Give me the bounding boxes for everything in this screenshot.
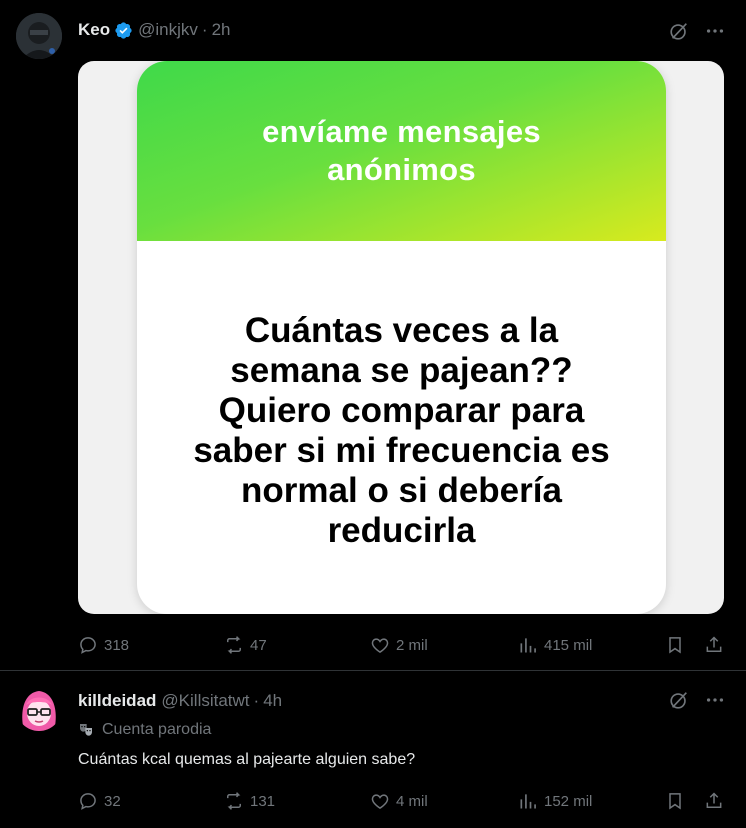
parody-label: Cuenta parodia	[78, 721, 211, 739]
reply-count: 32	[104, 792, 121, 810]
repost-icon	[227, 636, 241, 654]
timestamp[interactable]: 4h	[263, 691, 282, 711]
avatar-image	[16, 13, 62, 59]
share-button[interactable]	[704, 786, 724, 816]
reply-icon	[80, 637, 96, 654]
repost-button[interactable]: 47	[224, 630, 267, 660]
like-button[interactable]: 2 mil	[370, 630, 428, 660]
anonymous-message-card: envíame mensajes anónimos Cuántas veces …	[137, 61, 666, 614]
author-handle[interactable]: @Killsitatwt	[161, 691, 249, 711]
parody-text: Cuenta parodia	[102, 721, 212, 738]
share-icon	[706, 792, 722, 808]
post-actions: 318 47 2 mil 415 mil	[78, 630, 728, 660]
views-icon	[520, 638, 536, 653]
post-keo[interactable]: Keo @inkjkv · 2h envíame mensajes anónim…	[0, 0, 746, 671]
like-button[interactable]: 4 mil	[370, 786, 428, 816]
like-count: 4 mil	[396, 792, 428, 810]
post-top-actions	[668, 689, 726, 711]
post-actions: 32 131 4 mil 152 mil	[78, 786, 728, 816]
post-image[interactable]: envíame mensajes anónimos Cuántas veces …	[78, 61, 724, 614]
avatar-image	[22, 691, 56, 731]
bookmark-button[interactable]	[665, 786, 685, 816]
reply-button[interactable]: 318	[78, 630, 129, 660]
repost-count: 47	[250, 636, 267, 654]
reply-button[interactable]: 32	[78, 786, 121, 816]
post-killdeidad[interactable]: killdeidad @Killsitatwt · 4h Cuenta paro…	[0, 671, 746, 828]
repost-count: 131	[250, 792, 276, 810]
grok-icon[interactable]	[668, 689, 690, 711]
views-button[interactable]: 152 mil	[518, 786, 592, 816]
post-text: Cuántas kcal quemas al pajearte alguien …	[78, 751, 416, 768]
more-icon[interactable]	[704, 20, 726, 42]
bookmark-icon	[669, 637, 681, 654]
view-count: 415 mil	[544, 636, 593, 654]
post-top-actions	[668, 20, 726, 42]
repost-button[interactable]: 131	[224, 786, 275, 816]
view-count: 152 mil	[544, 792, 593, 810]
share-button[interactable]	[704, 630, 724, 660]
bookmark-button[interactable]	[665, 630, 685, 660]
verified-badge-icon	[115, 21, 132, 39]
post-header: killdeidad @Killsitatwt · 4h	[78, 691, 282, 711]
reply-count: 318	[104, 636, 130, 654]
separator: ·	[253, 691, 260, 710]
separator: ·	[201, 20, 208, 39]
avatar[interactable]	[16, 13, 62, 59]
grok-icon[interactable]	[668, 20, 690, 42]
author-name[interactable]: killdeidad	[78, 691, 156, 711]
like-icon	[371, 638, 389, 653]
card-question-text: Cuántas veces a la semana se pajean?? Qu…	[193, 311, 610, 550]
author-name[interactable]: Keo	[78, 20, 110, 40]
share-icon	[706, 636, 722, 652]
card-header: envíame mensajes anónimos	[137, 61, 666, 241]
bookmark-icon	[669, 793, 681, 810]
more-icon[interactable]	[704, 689, 726, 711]
views-icon	[520, 794, 536, 809]
card-header-text: envíame mensajes anónimos	[262, 114, 541, 187]
post-header: Keo @inkjkv · 2h	[78, 20, 230, 40]
like-icon	[371, 794, 389, 809]
repost-icon	[227, 792, 241, 810]
reply-icon	[80, 793, 96, 810]
like-count: 2 mil	[396, 636, 428, 654]
timestamp[interactable]: 2h	[212, 20, 231, 40]
author-handle[interactable]: @inkjkv	[138, 20, 198, 40]
views-button[interactable]: 415 mil	[518, 630, 592, 660]
parody-mask-icon	[80, 724, 92, 736]
avatar[interactable]	[16, 685, 62, 731]
